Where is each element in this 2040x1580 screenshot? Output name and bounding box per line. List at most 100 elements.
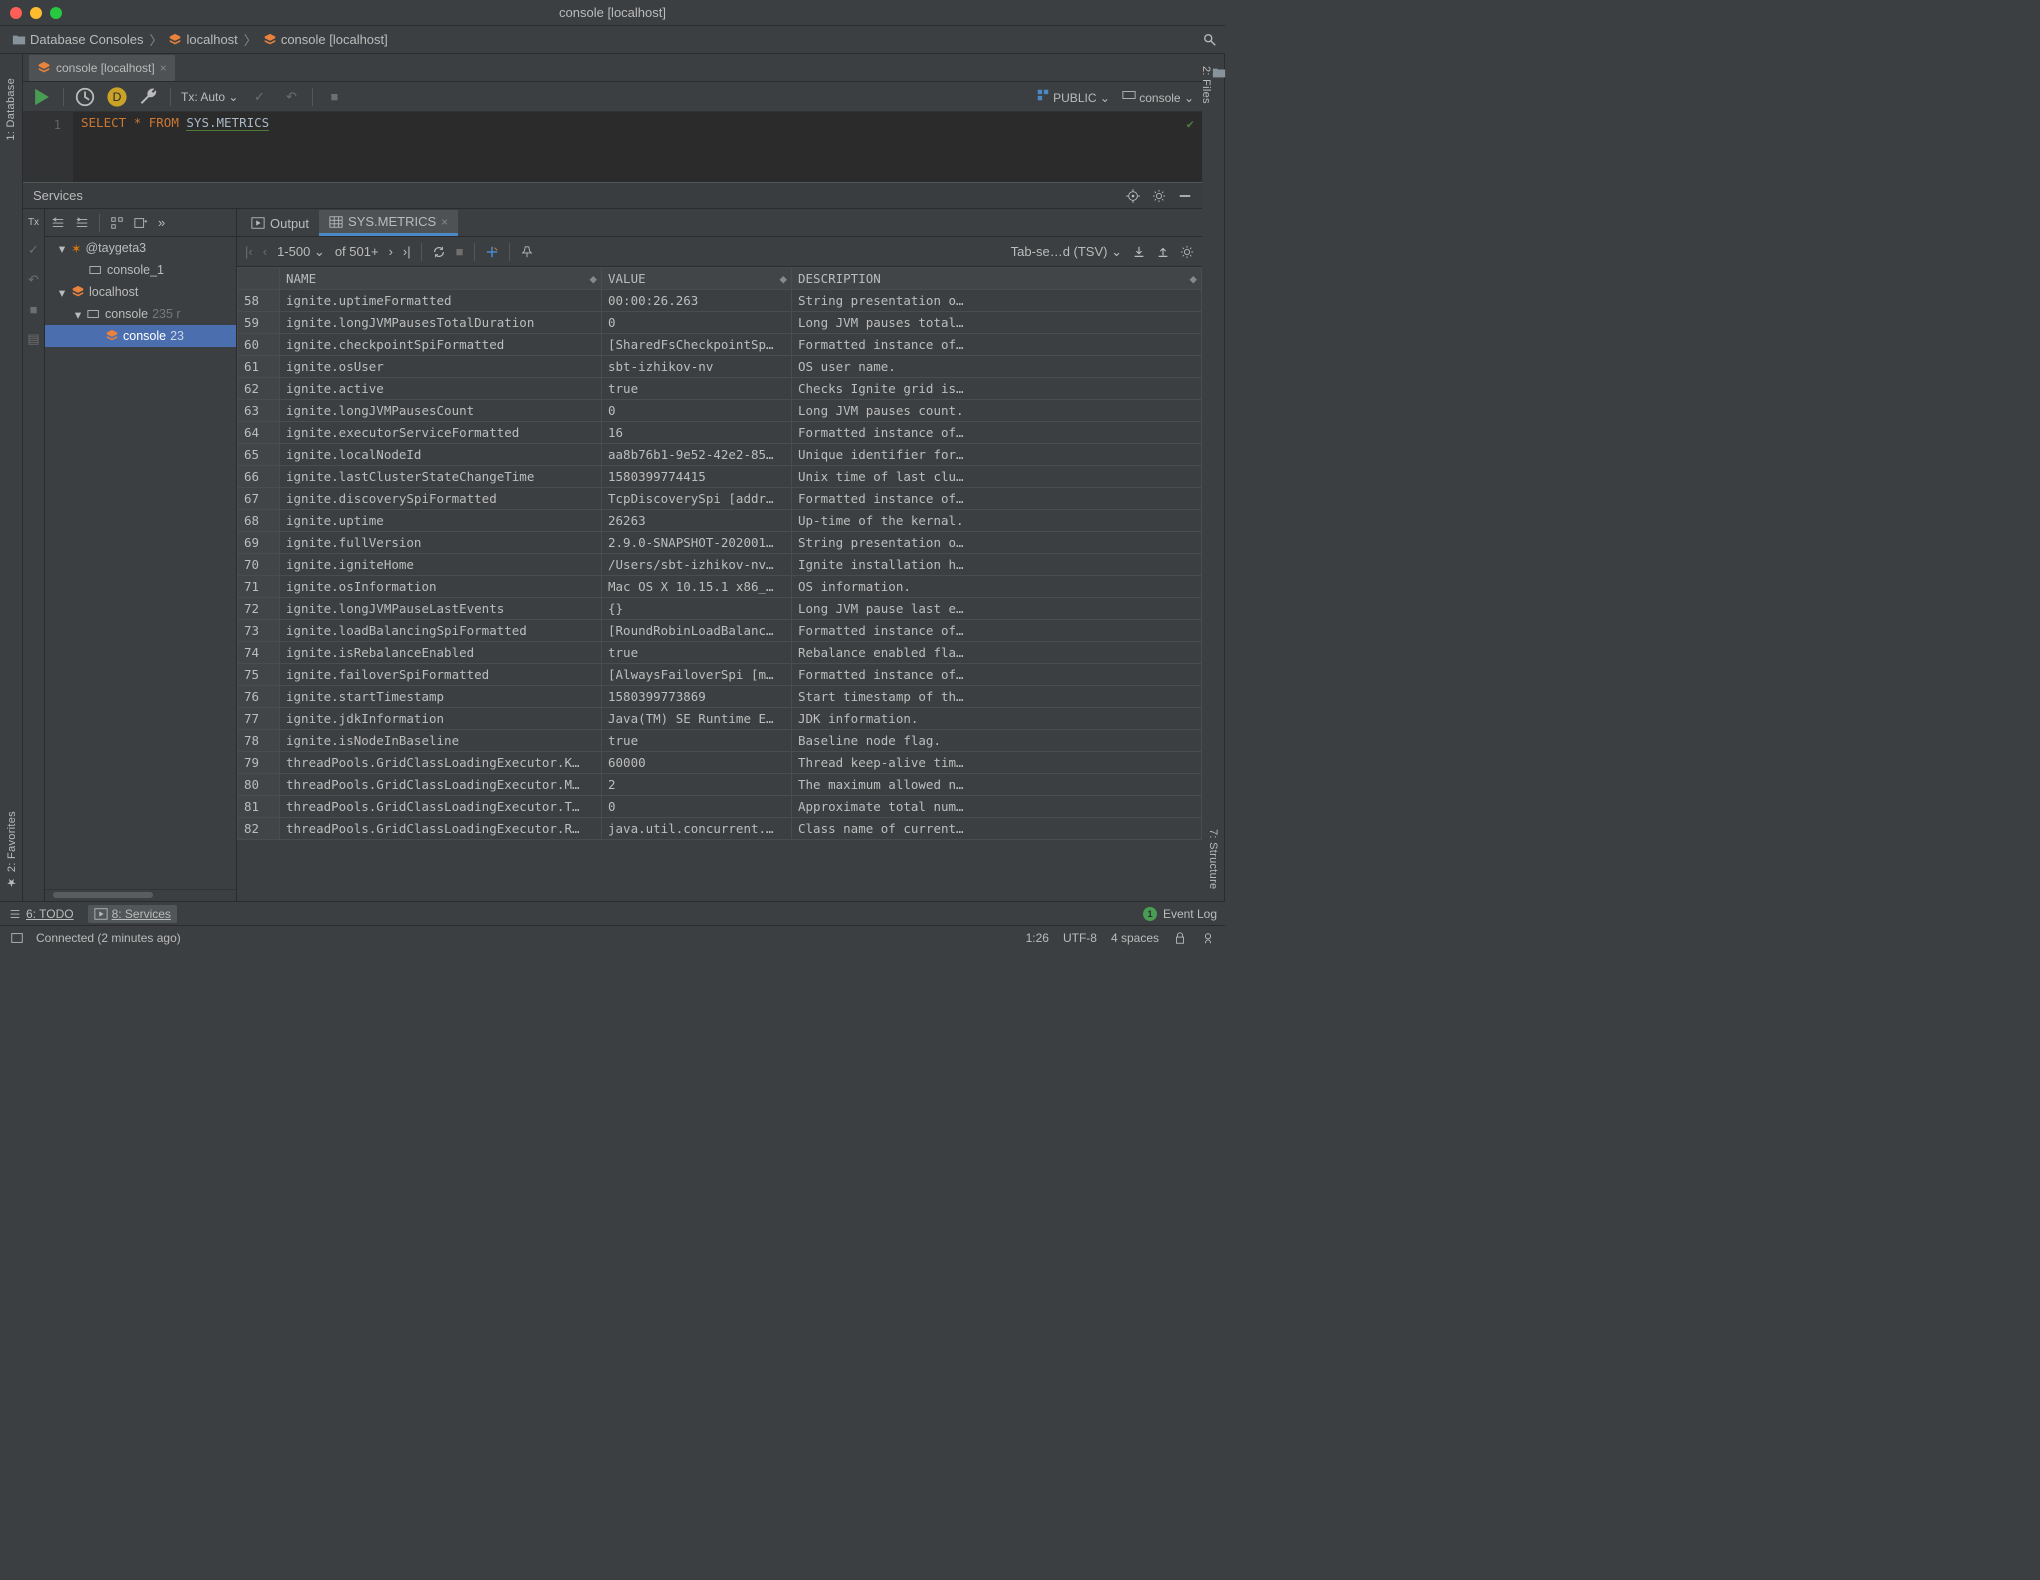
first-page-icon[interactable]: |‹ [245, 244, 253, 259]
tab-eventlog[interactable]: Event Log [1163, 907, 1217, 921]
table-row[interactable]: 69ignite.fullVersion2.9.0-SNAPSHOT-20200… [238, 532, 1202, 554]
inspector-icon[interactable] [1201, 931, 1215, 945]
cell-name[interactable]: ignite.igniteHome [280, 554, 602, 576]
breadcrumb-item-root[interactable]: Database Consoles [8, 30, 147, 49]
cell-desc[interactable]: Class name of current… [792, 818, 1202, 840]
cell-value[interactable]: 0 [602, 312, 792, 334]
cell-desc[interactable]: Unique identifier for… [792, 444, 1202, 466]
table-row[interactable]: 73ignite.loadBalancingSpiFormatted[Round… [238, 620, 1202, 642]
cell-name[interactable]: ignite.longJVMPausesCount [280, 400, 602, 422]
last-page-icon[interactable]: ›| [403, 244, 411, 259]
table-row[interactable]: 80threadPools.GridClassLoadingExecutor.M… [238, 774, 1202, 796]
cell-name[interactable]: ignite.failoverSpiFormatted [280, 664, 602, 686]
cell-desc[interactable]: OS user name. [792, 356, 1202, 378]
table-row[interactable]: 59ignite.longJVMPausesTotalDuration0Long… [238, 312, 1202, 334]
sql-editor[interactable]: 1 SELECT * FROM SYS.METRICS ✔ [23, 112, 1202, 182]
format-selector[interactable]: Tab-se…d (TSV) ⌄ [1011, 244, 1122, 260]
table-row[interactable]: 76ignite.startTimestamp1580399773869Star… [238, 686, 1202, 708]
indent[interactable]: 4 spaces [1111, 931, 1159, 945]
cell-value[interactable]: java.util.concurrent.… [602, 818, 792, 840]
cell-value[interactable]: [SharedFsCheckpointSp… [602, 334, 792, 356]
cell-value[interactable]: aa8b76b1-9e52-42e2-85… [602, 444, 792, 466]
cell-name[interactable]: ignite.longJVMPauseLastEvents [280, 598, 602, 620]
cell-value[interactable]: 00:00:26.263 [602, 290, 792, 312]
table-row[interactable]: 60ignite.checkpointSpiFormatted[SharedFs… [238, 334, 1202, 356]
minimize-window-button[interactable] [30, 7, 42, 19]
horizontal-scrollbar[interactable] [45, 889, 236, 901]
table-row[interactable]: 82threadPools.GridClassLoadingExecutor.R… [238, 818, 1202, 840]
group-icon[interactable] [110, 216, 124, 230]
cell-value[interactable]: 2.9.0-SNAPSHOT-202001… [602, 532, 792, 554]
cell-value[interactable]: 2 [602, 774, 792, 796]
cell-desc[interactable]: Formatted instance of… [792, 620, 1202, 642]
cell-desc[interactable]: Long JVM pauses total… [792, 312, 1202, 334]
stop-icon[interactable]: ■ [456, 244, 464, 259]
cell-desc[interactable]: Long JVM pause last e… [792, 598, 1202, 620]
page-range[interactable]: 1-500 ⌄ [277, 244, 325, 260]
table-row[interactable]: 81threadPools.GridClassLoadingExecutor.T… [238, 796, 1202, 818]
rail-tab-favorites[interactable]: 2: Favorites [5, 811, 18, 889]
table-row[interactable]: 67ignite.discoverySpiFormattedTcpDiscove… [238, 488, 1202, 510]
session-selector[interactable]: console ⌄ [1122, 88, 1194, 105]
commit-icon[interactable]: D [106, 86, 128, 108]
statusbar-icon[interactable] [10, 931, 24, 945]
prev-page-icon[interactable]: ‹ [263, 244, 267, 259]
table-row[interactable]: 62ignite.activetrueChecks Ignite grid is… [238, 378, 1202, 400]
transaction-mode[interactable]: Tx: Auto ⌄ [181, 90, 238, 104]
cell-desc[interactable]: Long JVM pauses count. [792, 400, 1202, 422]
cell-name[interactable]: threadPools.GridClassLoadingExecutor.T… [280, 796, 602, 818]
cell-value[interactable]: 16 [602, 422, 792, 444]
tab-todo[interactable]: 6: TODO [8, 907, 74, 921]
tab-services[interactable]: 8: Services [88, 905, 177, 923]
cell-desc[interactable]: Formatted instance of… [792, 664, 1202, 686]
table-row[interactable]: 72ignite.longJVMPauseLastEvents{}Long JV… [238, 598, 1202, 620]
cell-value[interactable]: 60000 [602, 752, 792, 774]
tree-node-remote[interactable]: ▾ ✶ @taygeta3 [45, 237, 236, 259]
cell-name[interactable]: ignite.lastClusterStateChangeTime [280, 466, 602, 488]
services-tree[interactable]: ▾ ✶ @taygeta3 console_1 ▾ localhost [45, 237, 236, 889]
tab-output[interactable]: Output [241, 210, 319, 236]
breadcrumb-item-console[interactable]: console [localhost] [259, 30, 392, 49]
cell-name[interactable]: ignite.uptime [280, 510, 602, 532]
expand-all-icon[interactable] [51, 216, 65, 230]
cell-name[interactable]: threadPools.GridClassLoadingExecutor.M… [280, 774, 602, 796]
cell-desc[interactable]: Formatted instance of… [792, 488, 1202, 510]
refresh-icon[interactable] [432, 245, 446, 259]
schema-selector[interactable]: PUBLIC ⌄ [1036, 88, 1110, 105]
cell-name[interactable]: ignite.discoverySpiFormatted [280, 488, 602, 510]
cell-name[interactable]: ignite.uptimeFormatted [280, 290, 602, 312]
cell-value[interactable]: true [602, 378, 792, 400]
tab-sys-metrics[interactable]: SYS.METRICS × [319, 210, 458, 236]
code-area[interactable]: SELECT * FROM SYS.METRICS ✔ [73, 112, 1202, 182]
cell-value[interactable]: 0 [602, 400, 792, 422]
table-row[interactable]: 65ignite.localNodeIdaa8b76b1-9e52-42e2-8… [238, 444, 1202, 466]
cell-name[interactable]: ignite.loadBalancingSpiFormatted [280, 620, 602, 642]
col-header-desc[interactable]: DESCRIPTION◆ [792, 268, 1202, 290]
target-icon[interactable] [1126, 189, 1140, 203]
table-row[interactable]: 61ignite.osUsersbt-izhikov-nvOS user nam… [238, 356, 1202, 378]
cell-value[interactable]: sbt-izhikov-nv [602, 356, 792, 378]
stop-button[interactable]: ■ [323, 86, 345, 108]
cell-name[interactable]: ignite.startTimestamp [280, 686, 602, 708]
rail-layers-icon[interactable]: ▤ [27, 331, 39, 347]
add-icon[interactable] [134, 216, 148, 230]
close-window-button[interactable] [10, 7, 22, 19]
cell-name[interactable]: ignite.executorServiceFormatted [280, 422, 602, 444]
rail-stop-icon[interactable]: ■ [30, 302, 38, 317]
cell-desc[interactable]: JDK information. [792, 708, 1202, 730]
cell-name[interactable]: ignite.longJVMPausesTotalDuration [280, 312, 602, 334]
breadcrumb-item-host[interactable]: localhost [164, 30, 241, 49]
cell-name[interactable]: ignite.osInformation [280, 576, 602, 598]
run-button[interactable] [31, 86, 53, 108]
commit-check-icon[interactable]: ✓ [248, 86, 270, 108]
cell-desc[interactable]: Baseline node flag. [792, 730, 1202, 752]
collapse-all-icon[interactable] [75, 216, 89, 230]
cell-value[interactable]: 1580399774415 [602, 466, 792, 488]
cell-value[interactable]: [RoundRobinLoadBalanc… [602, 620, 792, 642]
table-row[interactable]: 64ignite.executorServiceFormatted16Forma… [238, 422, 1202, 444]
cell-value[interactable]: [AlwaysFailoverSpi [m… [602, 664, 792, 686]
tree-node-console-result[interactable]: console 23 [45, 325, 236, 347]
cell-desc[interactable]: Unix time of last clu… [792, 466, 1202, 488]
rail-tab-structure[interactable]: 7: Structure [1207, 829, 1219, 889]
cell-name[interactable]: ignite.localNodeId [280, 444, 602, 466]
